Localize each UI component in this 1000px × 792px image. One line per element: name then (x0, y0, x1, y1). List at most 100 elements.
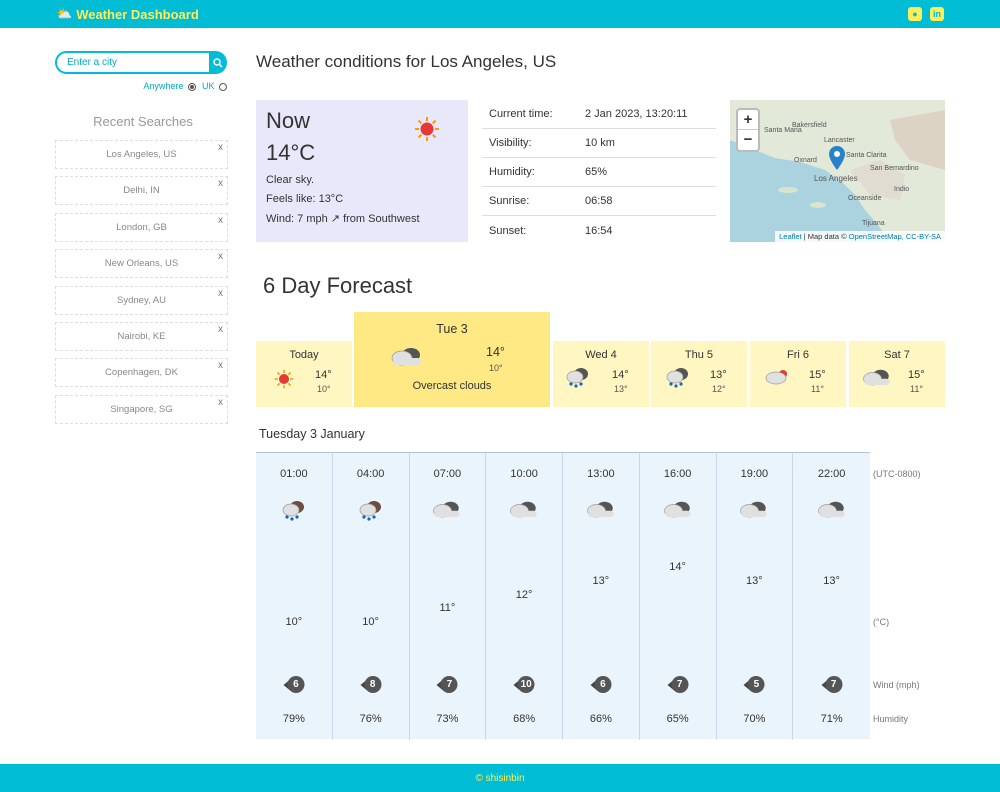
hour-humidity: 73% (436, 713, 459, 725)
map-label: Los Angeles (814, 174, 858, 183)
hourly-column: 04:00 10° 8 76% (333, 453, 410, 740)
wind-speed: 7 (671, 676, 689, 693)
zoom-out-button[interactable]: − (738, 130, 758, 150)
map-label: Oceanside (848, 195, 882, 202)
recent-search-item[interactable]: Sydney, AU x (55, 285, 228, 315)
recent-search-item[interactable]: Los Angeles, US x (55, 140, 228, 169)
brand[interactable]: ⛅ Weather Dashboard (56, 6, 199, 22)
hourly-column: 22:00 13° 7 71% (793, 453, 870, 740)
top-bar: ⛅ Weather Dashboard ● in (0, 0, 1000, 28)
hour-wind: 5 (743, 676, 765, 693)
hour-temperature: 10° (362, 616, 379, 628)
cloud-icon (816, 500, 848, 523)
location-map[interactable]: + − Santa Maria Bakersfield Lancaster Sa… (730, 100, 945, 242)
wind-speed: 6 (594, 676, 612, 693)
hour-humidity: 79% (282, 713, 305, 725)
hour-humidity: 76% (359, 713, 382, 725)
sun-icon (274, 369, 294, 389)
zoom-in-button[interactable]: + (738, 110, 758, 130)
wind-speed: 5 (747, 676, 765, 693)
hour-temperature: 11° (439, 602, 456, 615)
detail-row: Humidity: 65% (482, 158, 716, 187)
hour-temperature: 10° (285, 616, 303, 628)
hourly-column: 01:00 10° 6 79% (256, 453, 333, 740)
current-temperature: 14°C (266, 140, 316, 165)
radio-anywhere[interactable] (187, 82, 196, 91)
recent-search-item[interactable]: Copenhagen, DK x (55, 358, 228, 388)
hour-wind: 8 (360, 676, 382, 693)
current-wind: Wind: 7 mph ↗ from Southwest (266, 213, 420, 225)
hour-time: 01:00 (280, 468, 308, 480)
hour-time: 10:00 (510, 468, 538, 480)
search-scope: Anywhere UK (55, 81, 227, 91)
recent-search-item[interactable]: New Orleans, US x (55, 249, 228, 279)
temperature-unit-label: (°C) (873, 617, 890, 627)
page-title: Weather conditions for Los Angeles, US (256, 52, 557, 71)
scope-anywhere[interactable]: Anywhere (143, 81, 196, 91)
search-bar (55, 51, 227, 74)
wind-speed: 7 (440, 676, 458, 693)
forecast-title: 6 Day Forecast (263, 273, 413, 298)
current-description: Clear sky. (266, 174, 315, 186)
forecast-day[interactable]: Wed 4 14° 13° (553, 341, 649, 407)
rain-icon (566, 368, 588, 388)
hour-wind: 10 (513, 676, 535, 693)
app-title: Weather Dashboard (76, 6, 199, 22)
cloud-icon (738, 500, 770, 523)
timezone-label: (UTC-0800) (873, 469, 921, 479)
recent-searches-title: Recent Searches (93, 114, 193, 129)
search-button[interactable] (209, 51, 227, 74)
radio-uk[interactable] (219, 82, 227, 91)
wind-unit-label: Wind (mph) (873, 680, 920, 690)
hour-wind: 7 (436, 676, 458, 693)
hour-temperature: 13° (746, 574, 763, 587)
remove-icon[interactable]: x (218, 288, 223, 299)
partly-cloudy-icon (765, 370, 787, 385)
remove-icon[interactable]: x (218, 142, 223, 153)
remove-icon[interactable]: x (218, 324, 223, 335)
forecast-day[interactable]: Fri 6 15° 11° (750, 341, 846, 407)
hour-wind: 7 (667, 676, 689, 693)
hour-humidity: 65% (666, 713, 689, 725)
hour-humidity: 71% (820, 713, 843, 725)
cloud-icon (585, 500, 617, 523)
remove-icon[interactable]: x (218, 397, 223, 408)
map-attribution: Leaflet | Map data © OpenStreetMap, CC-B… (775, 231, 945, 242)
remove-icon[interactable]: x (218, 360, 223, 371)
map-label: San Bernardino (870, 165, 919, 172)
remove-icon[interactable]: x (218, 215, 223, 226)
forecast-day-today[interactable]: Today 14° 10° (256, 341, 352, 407)
social-links: ● in (908, 7, 944, 21)
hourly-column: 07:00 11° 7 73% (410, 453, 487, 740)
osm-link[interactable]: OpenStreetMap, CC-BY-SA (849, 232, 941, 241)
forecast-day[interactable]: Sat 7 15° 11° (849, 341, 945, 407)
map-label: Oxnard (794, 157, 817, 164)
hour-humidity: 66% (589, 713, 612, 725)
map-marker-icon[interactable] (829, 146, 845, 170)
rain-icon (357, 500, 385, 527)
hour-humidity: 68% (513, 713, 536, 725)
github-icon[interactable]: ● (908, 7, 922, 21)
forecast-day-selected[interactable]: Tue 3 14° 10° Overcast clouds (354, 312, 550, 407)
remove-icon[interactable]: x (218, 251, 223, 262)
city-search-input[interactable] (55, 51, 209, 74)
recent-search-item[interactable]: Nairobi, KE x (55, 321, 228, 351)
scope-uk[interactable]: UK (202, 81, 227, 91)
hourly-column: 13:00 13° 6 66% (563, 453, 640, 740)
hour-time: 16:00 (663, 468, 692, 480)
recent-search-item[interactable]: Delhi, IN x (55, 176, 228, 206)
cloud-icon (391, 348, 421, 366)
linkedin-icon[interactable]: in (930, 7, 944, 21)
recent-search-item[interactable]: Singapore, SG x (55, 394, 228, 424)
recent-searches-list: Los Angeles, US x Delhi, IN x London, GB x … (55, 140, 228, 431)
remove-icon[interactable]: x (218, 178, 223, 189)
forecast-day[interactable]: Thu 5 13° 12° (651, 341, 747, 407)
recent-search-item[interactable]: London, GB x (55, 212, 228, 242)
leaflet-link[interactable]: Leaflet (779, 232, 802, 241)
hourly-column: 19:00 13° 5 70% (717, 453, 794, 740)
sun-icon (415, 117, 439, 141)
hour-time: 13:00 (587, 468, 615, 480)
wind-speed: 6 (287, 676, 305, 693)
rain-icon (666, 368, 688, 388)
cloud-icon (863, 369, 890, 386)
